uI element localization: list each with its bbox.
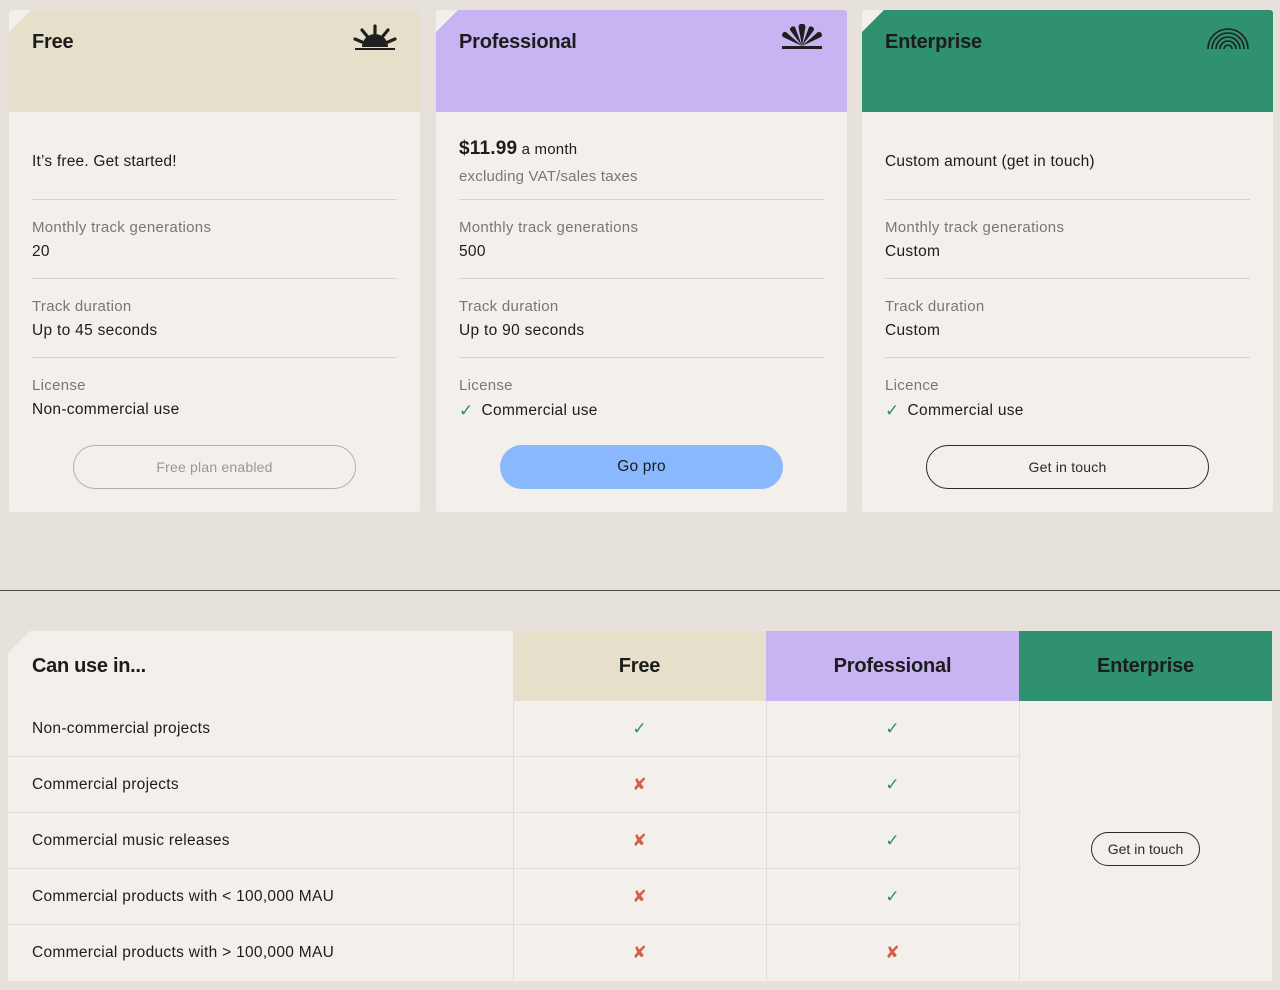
check-icon: ✓	[885, 401, 900, 420]
check-icon: ✓	[632, 719, 647, 738]
row-feature: Non-commercial projects	[32, 720, 211, 737]
check-icon: ✓	[885, 775, 900, 794]
feature-row: Track duration Up to 90 seconds	[459, 279, 824, 358]
plan-title: Enterprise	[885, 31, 982, 53]
cross-icon: ✘	[885, 943, 900, 962]
plan-header-professional: Professional	[436, 10, 847, 112]
price-line: $11.99 a month	[459, 138, 824, 160]
section-divider	[0, 590, 1280, 591]
enterprise-get-in-touch-button[interactable]: Get in touch	[1091, 832, 1200, 866]
cross-icon: ✘	[632, 775, 647, 794]
plan-title: Professional	[459, 31, 577, 53]
row-feature: Commercial products with > 100,000 MAU	[32, 944, 335, 961]
feature-row: License Non-commercial use	[32, 358, 397, 437]
table-row: Commercial products with < 100,000 MAU ✘…	[8, 869, 1019, 925]
price-block: Custom amount (get in touch)	[885, 112, 1250, 200]
feature-row: License ✓ Commercial use	[459, 358, 824, 437]
feature-label: Track duration	[459, 298, 559, 315]
column-header-enterprise: Enterprise	[1019, 631, 1272, 701]
table-row: Commercial products with > 100,000 MAU ✘…	[8, 925, 1019, 981]
comparison-body: Non-commercial projects ✓ ✓ Commercial p…	[8, 701, 1272, 981]
column-header-free: Free	[513, 631, 766, 701]
feature-label: License	[32, 377, 86, 394]
check-icon: ✓	[885, 887, 900, 906]
feature-label: Monthly track generations	[885, 219, 1065, 236]
comparison-title: Can use in...	[32, 655, 146, 677]
feature-value: 20	[32, 243, 50, 260]
feature-value-text: Commercial use	[481, 402, 598, 419]
price-block: It’s free. Get started!	[32, 112, 397, 200]
feature-label: License	[459, 377, 513, 394]
feature-value: ✓ Commercial use	[459, 401, 824, 421]
feature-value: Up to 45 seconds	[32, 322, 158, 339]
rainbow-arcs-icon	[1207, 28, 1249, 50]
feature-value: 500	[459, 243, 486, 260]
feature-value: Custom	[885, 322, 941, 339]
check-icon: ✓	[459, 401, 474, 420]
plan-card-free: Free It’s free. Get started! Monthly tra…	[9, 10, 420, 512]
feature-label: Monthly track generations	[459, 219, 639, 236]
feature-label: Track duration	[885, 298, 985, 315]
go-pro-button[interactable]: Go pro	[500, 445, 783, 489]
feature-label: Track duration	[32, 298, 132, 315]
cross-icon: ✘	[632, 887, 647, 906]
check-icon: ✓	[885, 831, 900, 850]
plan-card-enterprise: Enterprise Custom amount (get in touch) …	[862, 10, 1273, 512]
check-icon: ✓	[885, 719, 900, 738]
price-amount: $11.99	[459, 138, 518, 159]
row-feature: Commercial products with < 100,000 MAU	[32, 888, 335, 905]
feature-value: ✓ Commercial use	[885, 401, 1250, 421]
free-plan-enabled-button: Free plan enabled	[73, 445, 356, 489]
table-row: Non-commercial projects ✓ ✓	[8, 701, 1019, 757]
plan-header-enterprise: Enterprise	[862, 10, 1273, 112]
feature-row: Monthly track generations 500	[459, 200, 824, 279]
table-row: Commercial music releases ✘ ✓	[8, 813, 1019, 869]
price-text: It’s free. Get started!	[32, 152, 177, 170]
plan-title: Free	[32, 31, 74, 53]
feature-row: Track duration Custom	[885, 279, 1250, 358]
plan-card-professional: Professional $11.99 a month excluding VA…	[436, 10, 847, 512]
comparison-title-cell: Can use in...	[8, 631, 513, 701]
column-divider	[1019, 701, 1020, 981]
cross-icon: ✘	[632, 943, 647, 962]
feature-value-text: Commercial use	[907, 402, 1024, 419]
price-period: a month	[517, 141, 578, 158]
feature-row: Track duration Up to 45 seconds	[32, 279, 397, 358]
price-note: excluding VAT/sales taxes	[459, 168, 638, 185]
fan-burst-icon	[782, 24, 822, 49]
price-block: $11.99 a month excluding VAT/sales taxes	[459, 112, 824, 200]
plan-header-free: Free	[9, 10, 420, 112]
price-text: Custom amount (get in touch)	[885, 152, 1095, 170]
feature-row: Monthly track generations 20	[32, 200, 397, 279]
feature-label: Licence	[885, 377, 939, 394]
feature-row: Licence ✓ Commercial use	[885, 358, 1250, 437]
table-row: Commercial projects ✘ ✓	[8, 757, 1019, 813]
feature-label: Monthly track generations	[32, 219, 212, 236]
column-header-professional: Professional	[766, 631, 1019, 701]
half-sun-icon	[353, 24, 397, 50]
comparison-table: Can use in... Free Professional Enterpri…	[8, 631, 1272, 981]
feature-row: Monthly track generations Custom	[885, 200, 1250, 279]
row-feature: Commercial music releases	[32, 832, 230, 849]
feature-value: Up to 90 seconds	[459, 322, 585, 339]
row-feature: Commercial projects	[32, 776, 179, 793]
get-in-touch-button[interactable]: Get in touch	[926, 445, 1209, 489]
cross-icon: ✘	[632, 831, 647, 850]
feature-value: Custom	[885, 243, 941, 260]
feature-value: Non-commercial use	[32, 401, 180, 418]
